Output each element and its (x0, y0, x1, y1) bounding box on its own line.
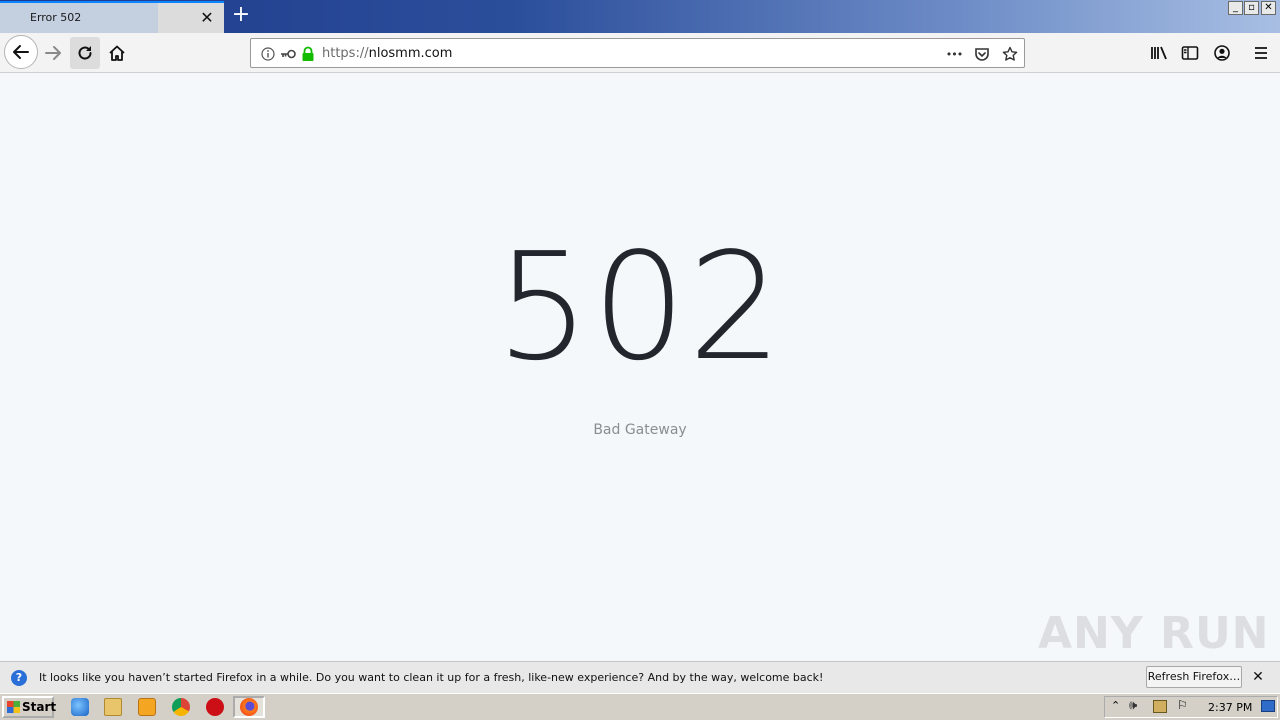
minimize-button[interactable]: _ (1228, 1, 1243, 15)
show-desktop-icon[interactable] (1261, 700, 1275, 712)
account-button[interactable] (1207, 37, 1237, 69)
account-icon (1214, 45, 1230, 61)
library-icon (1151, 46, 1167, 60)
start-button[interactable]: Start (2, 696, 57, 718)
refresh-firefox-button[interactable]: Refresh Firefox… (1146, 666, 1242, 688)
back-arrow-icon (13, 45, 29, 59)
new-tab-button[interactable]: + (230, 4, 252, 28)
library-button[interactable] (1144, 37, 1174, 69)
chrome-icon[interactable] (172, 698, 190, 716)
address-bar[interactable]: https://nlosmm.com ••• (250, 38, 1025, 68)
question-icon: ? (11, 670, 27, 686)
page-actions-menu-icon[interactable]: ••• (945, 45, 963, 63)
error-code: 502 (495, 221, 785, 393)
menu-button[interactable] (1246, 37, 1276, 69)
notification-bar: ? It looks like you haven’t started Fire… (0, 661, 1280, 693)
tab-title: Error 502 (30, 11, 82, 24)
media-player-icon[interactable] (138, 698, 156, 716)
volume-icon[interactable]: 🕪 (1129, 698, 1137, 713)
start-label: Start (22, 700, 57, 714)
lock-icon[interactable] (299, 45, 317, 63)
navigation-toolbar: https://nlosmm.com ••• (0, 33, 1280, 73)
file-explorer-icon[interactable] (104, 698, 122, 716)
page-content: 502 Bad Gateway ANY RUN (0, 74, 1280, 661)
url-scheme: https:// (322, 46, 369, 61)
taskbar: Start ⌃ 🕪 ⚐ 2:37 PM (0, 693, 1280, 720)
home-icon (109, 45, 125, 61)
action-center-flag-icon[interactable]: ⚐ (1177, 698, 1188, 712)
key-icon[interactable] (279, 45, 297, 63)
clock: 2:37 PM (1208, 701, 1253, 714)
bookmark-star-icon[interactable] (1001, 45, 1019, 63)
show-hidden-icons-icon[interactable]: ⌃ (1111, 699, 1120, 712)
url-host: nlosmm.com (368, 46, 453, 61)
forward-arrow-icon (45, 46, 61, 60)
firefox-taskbar-button[interactable] (233, 696, 265, 718)
forward-button[interactable] (38, 37, 68, 69)
opera-icon[interactable] (206, 698, 224, 716)
tab-error-502[interactable]: Error 502 ✕ (0, 1, 224, 33)
close-notification-icon[interactable]: ✕ (1250, 669, 1266, 685)
network-icon[interactable] (1153, 700, 1167, 713)
error-message: Bad Gateway (593, 422, 687, 438)
internet-explorer-icon[interactable] (71, 698, 89, 716)
reload-icon (78, 46, 92, 60)
home-button[interactable] (102, 37, 132, 69)
back-button[interactable] (4, 35, 38, 69)
restore-button[interactable]: ▫ (1244, 1, 1259, 15)
close-tab-icon[interactable]: ✕ (198, 9, 216, 27)
sidebar-button[interactable] (1175, 37, 1205, 69)
notification-message: It looks like you haven’t started Firefo… (39, 671, 824, 684)
tab-strip: Error 502 ✕ + _ ▫ ✕ (0, 0, 1280, 33)
url-text[interactable]: https://nlosmm.com (322, 46, 452, 61)
close-window-button[interactable]: ✕ (1261, 1, 1276, 15)
sidebar-icon (1181, 46, 1199, 60)
watermark-logo: ANY RUN (1038, 608, 1270, 659)
windows-logo-icon (7, 701, 20, 713)
site-info-icon[interactable] (259, 45, 277, 63)
firefox-icon (240, 698, 258, 716)
reload-button[interactable] (70, 37, 100, 69)
pocket-icon[interactable] (973, 45, 991, 63)
hamburger-menu-icon (1255, 47, 1267, 59)
